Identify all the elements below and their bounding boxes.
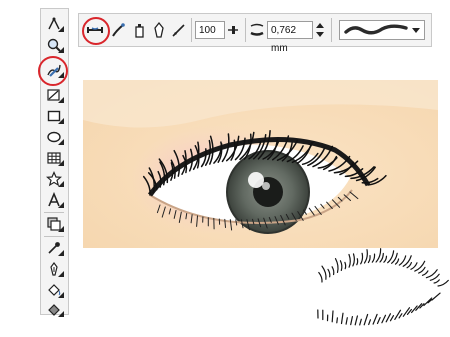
shape-tool-icon[interactable] <box>43 15 65 33</box>
sprayer-mode-icon[interactable] <box>129 20 149 40</box>
smoothing-slider-icon[interactable] <box>226 21 240 39</box>
rectangle-tool-icon[interactable] <box>43 107 65 125</box>
smoothing-field[interactable]: 100 <box>195 21 225 39</box>
brush-mode-icon[interactable] <box>109 20 129 40</box>
highlight-large <box>248 172 264 188</box>
stroke-width-field[interactable]: 0,762 mm <box>267 21 313 54</box>
smart-fill-tool-icon[interactable] <box>43 86 65 104</box>
stroke-preset-dropdown[interactable] <box>339 20 425 40</box>
highlight-small <box>262 182 270 190</box>
highlight-circle-preset <box>82 17 110 45</box>
sample-lower-lash <box>336 317 338 324</box>
chevron-down-icon <box>412 28 420 33</box>
stroke-preset-wave <box>344 24 408 35</box>
table-tool-icon[interactable] <box>43 149 65 167</box>
toolbox-separator <box>44 212 64 213</box>
eyedropper-tool-icon[interactable] <box>43 239 65 257</box>
propbar-separator <box>331 18 332 42</box>
property-bar: 100 0,762 mm <box>78 13 432 54</box>
interactive-tool-icon[interactable] <box>43 215 65 233</box>
sample-lower-lash <box>331 310 334 323</box>
ellipse-tool-icon[interactable] <box>43 128 65 146</box>
toolbox-separator <box>44 236 64 237</box>
fill-tool-icon[interactable] <box>43 281 65 299</box>
text-tool-icon[interactable] <box>43 191 65 209</box>
propbar-separator <box>191 18 192 42</box>
toolbox <box>40 8 69 318</box>
calligraphic-mode-icon[interactable] <box>149 20 169 40</box>
zoom-tool-icon[interactable] <box>43 36 65 54</box>
propbar-separator <box>245 18 246 42</box>
stroke-width-spinner[interactable] <box>315 21 324 39</box>
outline-pen-icon[interactable] <box>43 260 65 278</box>
stroke-width-icon <box>249 20 265 40</box>
lower-lash <box>224 218 226 228</box>
star-shape-icon[interactable] <box>43 170 65 188</box>
highlight-circle-freehand <box>38 56 68 86</box>
interactive-fill-icon[interactable] <box>43 300 65 318</box>
pressure-mode-icon[interactable] <box>169 20 189 40</box>
